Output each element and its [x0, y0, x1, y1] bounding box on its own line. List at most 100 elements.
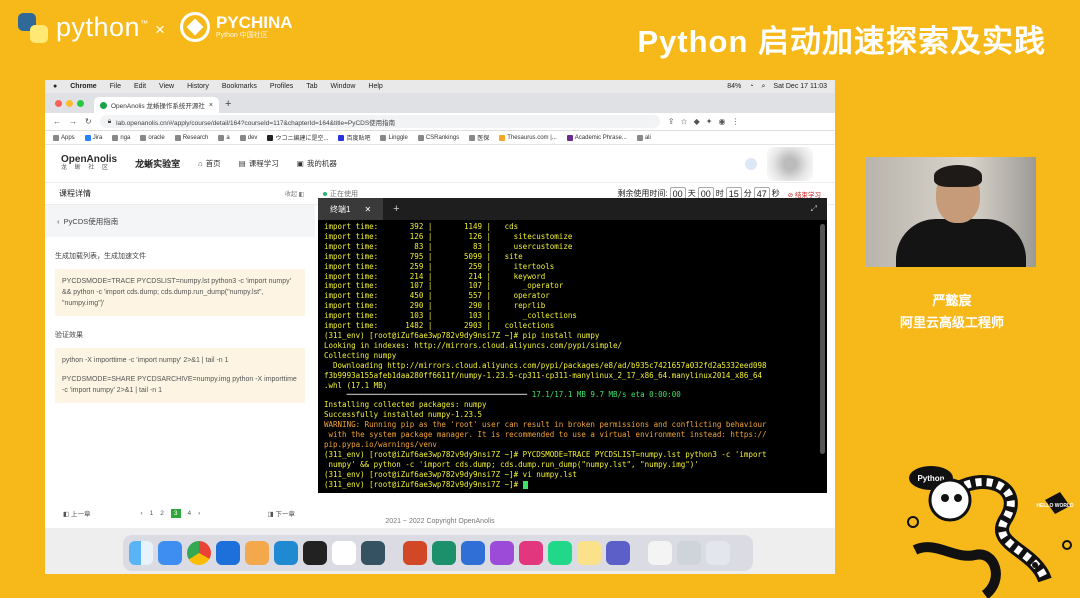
code-block-verify[interactable]: python -X importtime -c 'import numpy' 2…	[55, 348, 305, 403]
teams-icon[interactable]	[606, 541, 630, 565]
intellij-icon[interactable]	[519, 541, 543, 565]
menu-help[interactable]: Help	[368, 83, 382, 90]
page-next-icon[interactable]: ›	[198, 510, 200, 517]
menu-view[interactable]: View	[159, 83, 174, 90]
user-area	[745, 146, 813, 181]
chrome-icon[interactable]	[187, 541, 211, 565]
terminal-tab-close-icon[interactable]: ✕	[364, 205, 371, 214]
browser-tabbar: OpenAnolis 龙蜥操作系统开源社 × +	[45, 93, 835, 113]
profile-icon[interactable]: ◉	[718, 117, 725, 126]
finder-icon[interactable]	[129, 541, 153, 565]
menubar-app[interactable]: Chrome	[70, 83, 96, 90]
share-icon[interactable]: ⇪	[668, 117, 675, 126]
url-bar[interactable]: 🔒︎ lab.openanolis.cn/#/apply/course/deta…	[99, 115, 660, 128]
end-study-button[interactable]: ⊘ 结束学习	[788, 189, 821, 199]
tab-close-icon[interactable]: ×	[209, 102, 213, 109]
nav-home[interactable]: ⌂ 首页	[198, 158, 221, 169]
document-icon[interactable]	[648, 541, 672, 565]
bookmark-ali[interactable]: ali	[636, 134, 651, 141]
wifi-icon[interactable]: ◔	[749, 83, 753, 90]
page-2[interactable]: 2	[160, 510, 164, 517]
notes-icon[interactable]	[577, 541, 601, 565]
prev-chapter-button[interactable]: ◧ 上一章	[63, 508, 90, 518]
menu-file[interactable]: File	[110, 83, 121, 90]
avatar[interactable]	[767, 146, 813, 181]
page-4[interactable]: 4	[188, 510, 192, 517]
terminal-icon[interactable]	[303, 541, 327, 565]
code-block-trace[interactable]: PYCDSMODE=TRACE PYCDSLIST=numpy.lst pyth…	[55, 269, 305, 316]
maximize-window-icon[interactable]	[77, 100, 84, 107]
bookmark-apps[interactable]: Apps	[53, 134, 75, 141]
bookmark-medical[interactable]: 医保	[469, 133, 489, 142]
terminal-maximize-icon[interactable]: ⤢	[811, 204, 817, 214]
mail-icon[interactable]	[158, 541, 182, 565]
nav-machines[interactable]: ▣ 我的机器	[297, 158, 337, 169]
minimize-window-icon[interactable]	[66, 100, 73, 107]
apple-icon[interactable]: ●	[53, 83, 57, 90]
bookmark-jp[interactable]: ウコニ編建に是空...	[267, 133, 328, 142]
terminal-scrollbar[interactable]	[820, 224, 825, 454]
page-prev-icon[interactable]: ‹	[140, 510, 142, 517]
bookmark-baidu[interactable]: 百度贴吧	[338, 133, 370, 142]
extension-icon[interactable]: ◆	[694, 117, 700, 126]
powerpoint-icon[interactable]	[403, 541, 427, 565]
back-to-guide-link[interactable]: ‹ PyCDS使用指南	[45, 205, 315, 237]
clion-icon[interactable]	[432, 541, 456, 565]
xcode-icon[interactable]	[216, 541, 240, 565]
brave-icon[interactable]	[461, 541, 485, 565]
lab-title[interactable]: 龙蜥实验室	[135, 157, 180, 170]
menu-tab[interactable]: Tab	[306, 83, 317, 90]
terminal-cursor	[522, 480, 528, 489]
terminal-output[interactable]: import time: 392 | 1149 | cds import time…	[318, 220, 827, 493]
new-tab-button[interactable]: +	[225, 98, 231, 110]
battery-text: 84%	[727, 83, 742, 90]
terminal-line: (311_env) [root@iZuf6ae3wp782v9dy9nsi7Z …	[324, 449, 767, 459]
openanolis-logo[interactable]: OpenAnolis 龙 蜥 社 区	[61, 154, 117, 173]
bookmark-oracle[interactable]: oracle	[140, 134, 165, 141]
puzzle-icon[interactable]: ✦	[706, 117, 713, 126]
podcasts-icon[interactable]	[490, 541, 514, 565]
reload-icon[interactable]: ↻	[85, 117, 92, 126]
back-arrow-icon[interactable]: ←	[53, 117, 61, 126]
menu-edit[interactable]: Edit	[134, 83, 146, 90]
search-icon[interactable]: ⌕	[762, 83, 766, 91]
nav-courses[interactable]: ▤ 课程学习	[239, 158, 279, 169]
terminal-tab[interactable]: 终端1 ✕	[318, 198, 384, 220]
notification-icon[interactable]	[745, 157, 757, 170]
star-icon[interactable]: ☆	[680, 117, 687, 126]
wechat-icon[interactable]	[361, 541, 385, 565]
pycharm-icon[interactable]	[548, 541, 572, 565]
bookmark-academic[interactable]: Academic Phrase...	[566, 134, 627, 141]
close-window-icon[interactable]	[55, 100, 62, 107]
finder-app-icon[interactable]	[245, 541, 269, 565]
forward-arrow-icon[interactable]: →	[69, 117, 77, 126]
vscode-icon[interactable]	[274, 541, 298, 565]
bookmark-nga[interactable]: nga	[112, 134, 130, 141]
trash-icon[interactable]	[706, 541, 730, 565]
next-chapter-button[interactable]: ◨ 下一章	[268, 508, 295, 518]
screenshot-icon[interactable]	[677, 541, 701, 565]
bookmark-dev[interactable]: dev	[239, 134, 257, 141]
more-icon[interactable]: ⋮	[731, 117, 739, 126]
bookmark-research[interactable]: Research	[174, 134, 208, 141]
bookmark-thesaurus[interactable]: Thesaurus.com |...	[499, 134, 557, 141]
fold-button[interactable]: 收起 ◧	[285, 189, 304, 198]
bookmark-a[interactable]: a	[218, 134, 230, 141]
datetime[interactable]: Sat Dec 17 11:03	[773, 83, 827, 90]
menu-profiles[interactable]: Profiles	[270, 83, 293, 90]
menu-history[interactable]: History	[187, 83, 209, 90]
page-3-current[interactable]: 3	[170, 508, 181, 518]
browser-tab[interactable]: OpenAnolis 龙蜥操作系统开源社 ×	[94, 97, 219, 113]
bookmark-csrankings[interactable]: CSRankings	[417, 134, 459, 141]
code-line-share: PYCDSMODE=SHARE PYCDSARCHIVE=numpy.img p…	[62, 376, 297, 394]
slide-title: Python 启动加速探索及实践	[637, 24, 1046, 59]
terminal-line: import time: 450 | 557 | operator	[324, 291, 550, 301]
terminal-add-button[interactable]: +	[393, 203, 399, 215]
menu-bookmarks[interactable]: Bookmarks	[222, 83, 257, 90]
page-1[interactable]: 1	[150, 510, 154, 517]
bookmark-linggle[interactable]: Linggle	[380, 134, 408, 141]
menu-window[interactable]: Window	[331, 83, 356, 90]
slack-icon[interactable]	[332, 541, 356, 565]
bookmark-jira[interactable]: Jira	[84, 134, 102, 141]
url-text: lab.openanolis.cn/#/apply/course/detail/…	[116, 119, 396, 127]
